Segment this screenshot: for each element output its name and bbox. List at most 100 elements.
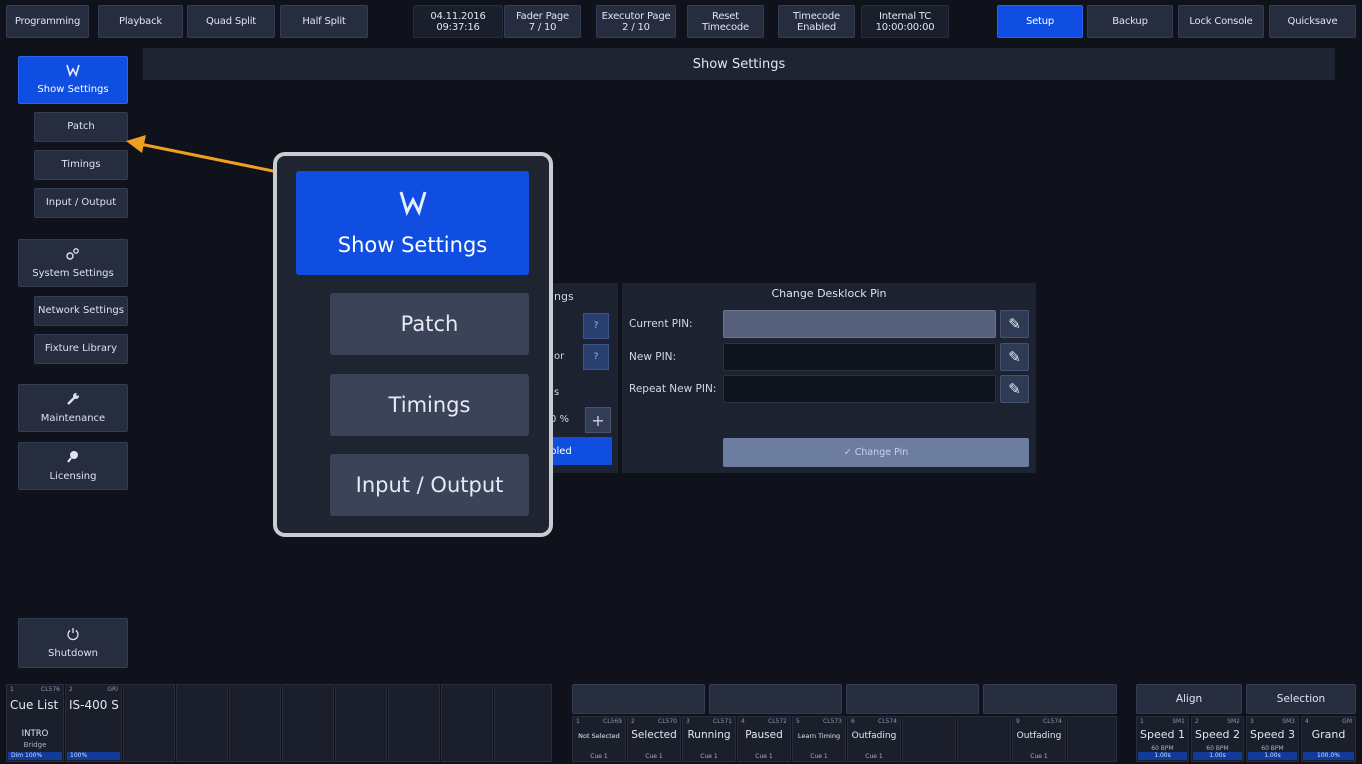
grand-master[interactable]: 4 GM Grand 100.0% <box>1301 716 1356 762</box>
executor-header-button[interactable] <box>709 684 842 714</box>
show-settings-button[interactable]: Show Settings <box>18 56 128 104</box>
empty-executor[interactable] <box>1067 716 1117 762</box>
reset-timecode-button[interactable]: Reset Timecode <box>687 5 764 38</box>
exec-id: CL569 <box>603 718 622 725</box>
exec-cue: Cue 1 <box>645 753 663 760</box>
show-logo-icon <box>66 64 80 81</box>
exec-id: CL570 <box>658 718 677 725</box>
timecode-line1: Timecode <box>793 10 840 22</box>
cue-list-executor[interactable]: 1 CL576 Cue List INTRO Bridge Dim 100% <box>6 684 64 762</box>
zoom-show-settings-button[interactable]: Show Settings <box>296 171 529 275</box>
exec-number: 2 <box>1195 718 1199 725</box>
empty-executor[interactable] <box>123 684 175 762</box>
plus-button[interactable]: + <box>585 407 611 433</box>
lock-console-button[interactable]: Lock Console <box>1178 5 1264 38</box>
exec-cue: Cue 1 <box>865 753 883 760</box>
speed-master-2[interactable]: 2 SM2 Speed 2 60 BPM 1.00s <box>1191 716 1244 762</box>
help-button[interactable]: ? <box>583 344 609 370</box>
patch-button[interactable]: Patch <box>34 112 128 142</box>
fixture-library-button[interactable]: Fixture Library <box>34 334 128 364</box>
input-output-button[interactable]: Input / Output <box>34 188 128 218</box>
executor-4[interactable]: 4 CL572 Paused Cue 1 <box>737 716 791 762</box>
grand-bar: 100.0% <box>1303 752 1354 760</box>
grand-name: Grand <box>1311 728 1346 741</box>
selection-button[interactable]: Selection <box>1246 684 1356 714</box>
half-split-button[interactable]: Half Split <box>280 5 368 38</box>
quicksave-button[interactable]: Quicksave <box>1269 5 1356 38</box>
executor-strip: 1 CL576 Cue List INTRO Bridge Dim 100% 2… <box>6 684 1356 762</box>
timecode-enabled-button[interactable]: Timecode Enabled <box>778 5 855 38</box>
pencil-icon: ✎ <box>1008 315 1021 333</box>
exec-id: CL576 <box>41 686 60 693</box>
playback-button[interactable]: Playback <box>98 5 183 38</box>
new-pin-input[interactable] <box>723 343 996 371</box>
programming-button[interactable]: Programming <box>6 5 89 38</box>
exec-cue: Cue 1 <box>755 753 773 760</box>
quad-split-button[interactable]: Quad Split <box>187 5 275 38</box>
empty-executor[interactable] <box>229 684 281 762</box>
timings-button[interactable]: Timings <box>34 150 128 180</box>
edit-repeat-pin-button[interactable]: ✎ <box>1000 375 1029 403</box>
exec-number: 4 <box>741 718 745 725</box>
network-settings-button[interactable]: Network Settings <box>34 296 128 326</box>
change-pin-button[interactable]: ✓ Change Pin <box>723 438 1029 467</box>
executor-6[interactable]: 6 CL574 Outfading Cue 1 <box>847 716 901 762</box>
empty-executor[interactable] <box>335 684 387 762</box>
shutdown-button[interactable]: Shutdown <box>18 618 128 668</box>
setup-button[interactable]: Setup <box>997 5 1083 38</box>
system-settings-label: System Settings <box>32 267 114 279</box>
current-pin-label: Current PIN: <box>629 318 693 330</box>
exec-cue: Cue 1 <box>700 753 718 760</box>
empty-executor[interactable] <box>282 684 334 762</box>
executor-1[interactable]: 1 CL569 Not Selected Cue 1 <box>572 716 626 762</box>
help-button[interactable]: ? <box>583 313 609 339</box>
zoom-input-output-button[interactable]: Input / Output <box>330 454 529 516</box>
empty-executor[interactable] <box>494 684 552 762</box>
executor-5[interactable]: 5 CL573 Learn Timing Cue 1 <box>792 716 846 762</box>
exec-cue: Cue 1 <box>590 753 608 760</box>
exec-name: Cue List <box>10 698 59 712</box>
executor-9[interactable]: 9 CL574 Outfading Cue 1 <box>1012 716 1066 762</box>
empty-executor[interactable] <box>176 684 228 762</box>
executor-page-button[interactable]: Executor Page 2 / 10 <box>596 5 676 38</box>
pencil-icon: ✎ <box>1008 380 1021 398</box>
edit-new-pin-button[interactable]: ✎ <box>1000 343 1029 371</box>
executor-3[interactable]: 3 CL571 Running Cue 1 <box>682 716 736 762</box>
backup-button[interactable]: Backup <box>1087 5 1173 38</box>
speed-bar: 1.00s <box>1138 752 1187 760</box>
internal-tc-label: Internal TC <box>878 10 932 22</box>
edit-current-pin-button[interactable]: ✎ <box>1000 310 1029 338</box>
executor-header-button[interactable] <box>983 684 1117 714</box>
reset-line1: Reset <box>712 10 739 22</box>
exec-id: GM <box>1342 718 1352 725</box>
align-button[interactable]: Align <box>1136 684 1242 714</box>
speed-master-1[interactable]: 1 SM1 Speed 1 60 BPM 1.00s <box>1136 716 1189 762</box>
current-pin-input[interactable] <box>723 310 996 338</box>
executor-header-button[interactable] <box>572 684 705 714</box>
speed-bar: 1.00s <box>1248 752 1297 760</box>
speed-master-3[interactable]: 3 SM3 Speed 3 60 BPM 1.00s <box>1246 716 1299 762</box>
date-text: 04.11.2016 <box>430 10 486 22</box>
top-bar: Programming Playback Quad Split Half Spl… <box>6 5 1356 39</box>
zoom-patch-button[interactable]: Patch <box>330 293 529 355</box>
empty-executor[interactable] <box>902 716 956 762</box>
pencil-icon: ✎ <box>1008 348 1021 366</box>
executor-2[interactable]: 2 CL570 Selected Cue 1 <box>627 716 681 762</box>
exec-id: CL571 <box>713 718 732 725</box>
zoom-show-settings-label: Show Settings <box>337 232 488 257</box>
desklock-pin-panel: Change Desklock Pin Current PIN: ✎ New P… <box>622 283 1036 473</box>
zoom-timings-button[interactable]: Timings <box>330 374 529 436</box>
maintenance-button[interactable]: Maintenance <box>18 384 128 432</box>
speed-name: Speed 3 <box>1250 728 1295 741</box>
licensing-label: Licensing <box>49 470 97 482</box>
empty-executor[interactable] <box>441 684 493 762</box>
licensing-button[interactable]: Licensing <box>18 442 128 490</box>
fader-page-button[interactable]: Fader Page 7 / 10 <box>504 5 581 38</box>
executor-header-button[interactable] <box>846 684 979 714</box>
repeat-pin-input[interactable] <box>723 375 996 403</box>
empty-executor[interactable] <box>957 716 1011 762</box>
system-settings-button[interactable]: System Settings <box>18 239 128 287</box>
zoom-callout: Show Settings Patch Timings Input / Outp… <box>273 152 553 537</box>
group-executor[interactable]: 2 GRI IS-400 S 100% <box>65 684 122 762</box>
empty-executor[interactable] <box>388 684 440 762</box>
